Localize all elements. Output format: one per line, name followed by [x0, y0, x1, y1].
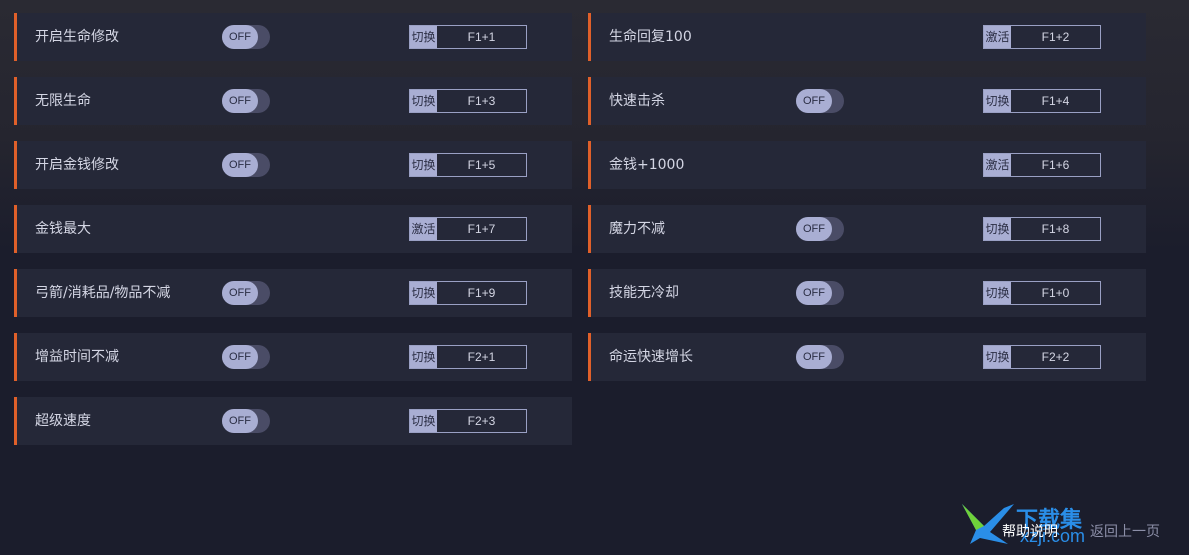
- toggle-state-label: OFF: [796, 345, 832, 369]
- hotkey-key-label: F1+8: [1041, 222, 1070, 236]
- cheat-row: 开启生命修改 OFF 切换 F1+1: [14, 13, 572, 61]
- toggle-state-label: OFF: [222, 409, 258, 433]
- hotkey-mode-label: 切换: [410, 26, 437, 48]
- hotkey-key-label: F2+1: [467, 350, 496, 364]
- hotkey-field[interactable]: 切换 F1+1: [409, 25, 527, 49]
- cheat-row: 增益时间不减 OFF 切换 F2+1: [14, 333, 572, 381]
- cheat-label: 弓箭/消耗品/物品不减: [35, 285, 171, 301]
- toggle-state-label: OFF: [222, 153, 258, 177]
- toggle-state-label: OFF: [222, 89, 258, 113]
- hotkey-key-label: F1+2: [1041, 30, 1070, 44]
- cheat-toggle[interactable]: OFF: [222, 153, 270, 177]
- cheat-label: 生命回复100: [609, 29, 692, 45]
- hotkey-mode-label: 切换: [410, 90, 437, 112]
- cheat-row: 开启金钱修改 OFF 切换 F1+5: [14, 141, 572, 189]
- hotkey-mode-label: 激活: [410, 218, 437, 240]
- hotkey-field[interactable]: 切换 F1+5: [409, 153, 527, 177]
- hotkey-field[interactable]: 激活 F1+2: [983, 25, 1101, 49]
- cheat-label: 无限生命: [35, 93, 91, 109]
- cheat-label: 魔力不减: [609, 221, 665, 237]
- hotkey-key-label: F1+0: [1041, 286, 1070, 300]
- hotkey-mode-label: 切换: [984, 218, 1011, 240]
- cheat-toggle[interactable]: OFF: [796, 281, 844, 305]
- hotkey-key-label: F1+1: [467, 30, 496, 44]
- back-link[interactable]: 返回上一页: [1090, 521, 1160, 541]
- toggle-state-label: OFF: [796, 217, 832, 241]
- cheat-row: 金钱+1000 激活 F1+6: [588, 141, 1146, 189]
- hotkey-mode-label: 切换: [984, 282, 1011, 304]
- cheat-label: 开启金钱修改: [35, 157, 119, 173]
- hotkey-key-label: F1+7: [467, 222, 496, 236]
- hotkey-field[interactable]: 切换 F2+3: [409, 409, 527, 433]
- hotkey-field[interactable]: 切换 F1+4: [983, 89, 1101, 113]
- cheat-row: 魔力不减 OFF 切换 F1+8: [588, 205, 1146, 253]
- cheat-label: 快速击杀: [609, 93, 665, 109]
- cheat-label: 增益时间不减: [35, 349, 119, 365]
- cheat-toggle[interactable]: OFF: [222, 409, 270, 433]
- cheat-row: 技能无冷却 OFF 切换 F1+0: [588, 269, 1146, 317]
- cheat-row: 金钱最大 激活 F1+7: [14, 205, 572, 253]
- cheat-label: 金钱最大: [35, 221, 91, 237]
- cheat-row: 弓箭/消耗品/物品不减 OFF 切换 F1+9: [14, 269, 572, 317]
- hotkey-field[interactable]: 切换 F1+3: [409, 89, 527, 113]
- hotkey-field[interactable]: 切换 F2+2: [983, 345, 1101, 369]
- cheat-toggle[interactable]: OFF: [796, 89, 844, 113]
- hotkey-mode-label: 切换: [410, 346, 437, 368]
- cheat-label: 开启生命修改: [35, 29, 119, 45]
- cheat-toggle[interactable]: OFF: [222, 25, 270, 49]
- hotkey-key-label: F1+9: [467, 286, 496, 300]
- cheat-label: 命运快速增长: [609, 349, 693, 365]
- cheat-row: 快速击杀 OFF 切换 F1+4: [588, 77, 1146, 125]
- hotkey-mode-label: 激活: [984, 26, 1011, 48]
- cheat-row: 生命回复100 激活 F1+2: [588, 13, 1146, 61]
- cheat-row: 无限生命 OFF 切换 F1+3: [14, 77, 572, 125]
- hotkey-key-label: F1+4: [1041, 94, 1070, 108]
- cheat-label: 金钱+1000: [609, 157, 685, 173]
- toggle-state-label: OFF: [796, 89, 832, 113]
- hotkey-field[interactable]: 激活 F1+7: [409, 217, 527, 241]
- hotkey-key-label: F2+2: [1041, 350, 1070, 364]
- hotkey-mode-label: 切换: [984, 346, 1011, 368]
- help-link[interactable]: 帮助说明: [1002, 521, 1058, 541]
- toggle-state-label: OFF: [796, 281, 832, 305]
- cheat-toggle[interactable]: OFF: [222, 345, 270, 369]
- toggle-state-label: OFF: [222, 345, 258, 369]
- hotkey-field[interactable]: 切换 F1+8: [983, 217, 1101, 241]
- toggle-state-label: OFF: [222, 281, 258, 305]
- hotkey-field[interactable]: 切换 F1+9: [409, 281, 527, 305]
- hotkey-key-label: F1+3: [467, 94, 496, 108]
- cheat-toggle[interactable]: OFF: [796, 345, 844, 369]
- cheat-row: 超级速度 OFF 切换 F2+3: [14, 397, 572, 445]
- cheat-label: 技能无冷却: [609, 285, 679, 301]
- hotkey-field[interactable]: 切换 F2+1: [409, 345, 527, 369]
- cheat-label: 超级速度: [35, 413, 91, 429]
- cheat-toggle[interactable]: OFF: [222, 89, 270, 113]
- hotkey-mode-label: 切换: [410, 154, 437, 176]
- hotkey-mode-label: 切换: [410, 282, 437, 304]
- cheat-row: 命运快速增长 OFF 切换 F2+2: [588, 333, 1146, 381]
- hotkey-key-label: F2+3: [467, 414, 496, 428]
- hotkey-field[interactable]: 激活 F1+6: [983, 153, 1101, 177]
- hotkey-key-label: F1+5: [467, 158, 496, 172]
- cheat-grid: 开启生命修改 OFF 切换 F1+1 生命回复100 激活 F1+2 无限生命 OFF 切换 F1+…: [0, 0, 1189, 555]
- cheat-toggle[interactable]: OFF: [796, 217, 844, 241]
- hotkey-field[interactable]: 切换 F1+0: [983, 281, 1101, 305]
- toggle-state-label: OFF: [222, 25, 258, 49]
- hotkey-mode-label: 切换: [410, 410, 437, 432]
- cheat-toggle[interactable]: OFF: [222, 281, 270, 305]
- hotkey-key-label: F1+6: [1041, 158, 1070, 172]
- hotkey-mode-label: 激活: [984, 154, 1011, 176]
- hotkey-mode-label: 切换: [984, 90, 1011, 112]
